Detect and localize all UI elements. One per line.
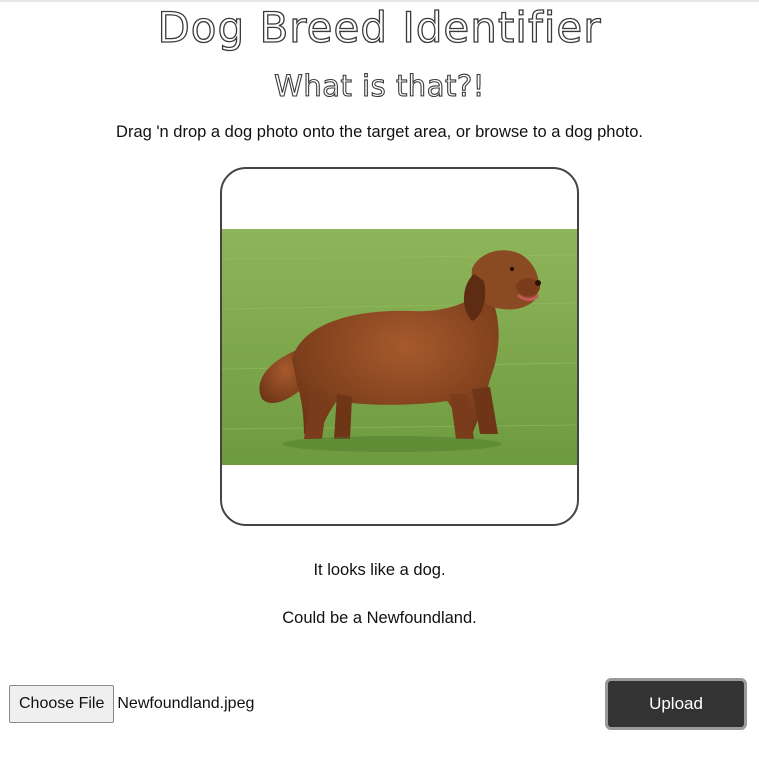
result-detection-text: It looks like a dog. — [313, 561, 446, 579]
dog-photo — [222, 229, 577, 465]
page-subtitle: What is that?! — [274, 68, 485, 103]
drop-target-area[interactable] — [220, 167, 579, 526]
selected-file-name: Newfoundland.jpeg — [117, 695, 255, 712]
instructions-text: Drag 'n drop a dog photo onto the target… — [116, 123, 643, 141]
choose-file-button[interactable]: Choose File — [9, 685, 115, 723]
upload-button[interactable]: Upload — [605, 678, 747, 730]
result-breed-text: Could be a Newfoundland. — [282, 609, 477, 627]
file-input[interactable]: Choose File Newfoundland.jpeg — [9, 685, 255, 723]
page-title: Dog Breed Identifier — [157, 2, 602, 52]
